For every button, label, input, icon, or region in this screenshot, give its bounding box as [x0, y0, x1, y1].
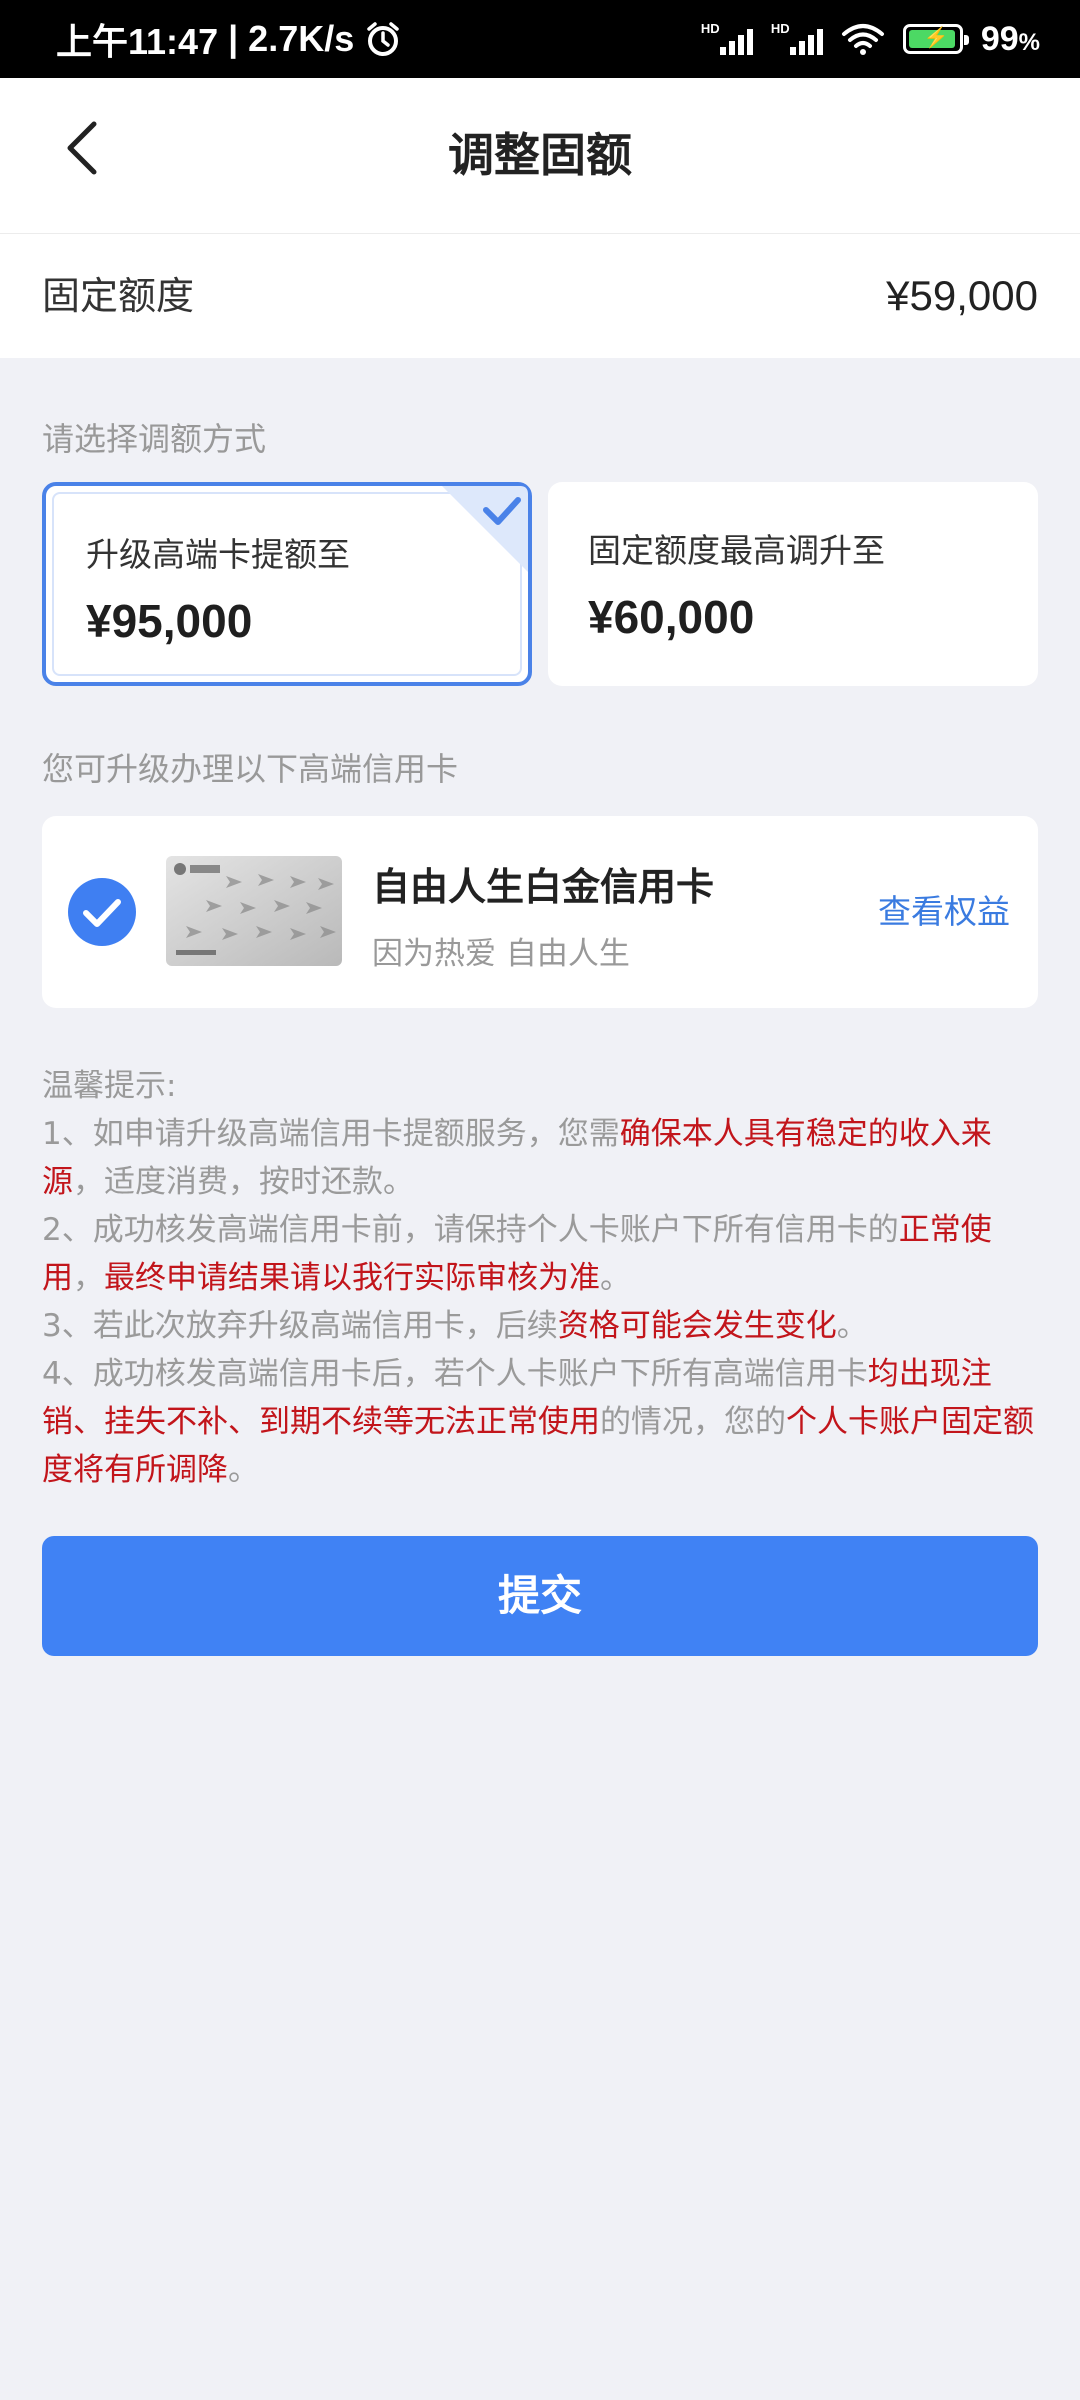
submit-button[interactable]: 提交: [42, 1536, 1038, 1656]
tip-text: 4、成功核发高端信用卡后，若个人卡账户下所有高端信用卡: [42, 1356, 868, 1392]
option-upgrade-card[interactable]: 升级高端卡提额至 ¥95,000: [42, 482, 532, 686]
nav-header: 调整固额: [0, 78, 1080, 234]
tip-emphasis: 最终申请结果请以我行实际审核为准: [104, 1260, 600, 1296]
signal-hd-label: HD: [770, 21, 790, 36]
tip-text: 。: [600, 1260, 631, 1296]
wifi-icon: [841, 24, 884, 55]
fixed-limit-label: 固定额度: [42, 274, 195, 318]
card-name: 自由人生白金信用卡: [372, 865, 715, 909]
chevron-left-icon: [67, 121, 97, 175]
tip-item: 2、成功核发高端信用卡前，请保持个人卡账户下所有信用卡的正常使用，最终申请结果请…: [42, 1206, 1038, 1302]
option-amount: ¥60,000: [588, 591, 755, 643]
tip-item: 4、成功核发高端信用卡后，若个人卡账户下所有高端信用卡均出现注销、挂失不补、到期…: [42, 1350, 1038, 1494]
tip-item: 1、如申请升级高端信用卡提额服务，您需确保本人具有稳定的收入来源，适度消费，按时…: [42, 1110, 1038, 1206]
option-amount: ¥95,000: [86, 595, 253, 647]
status-left: 上午11:47 | 2.7K/s: [56, 0, 402, 78]
tip-text: 1、如申请升级高端信用卡提额服务，您需: [42, 1116, 620, 1152]
tip-text: ，: [73, 1260, 104, 1296]
view-benefits-link[interactable]: 查看权益: [878, 816, 1010, 1008]
option-title: 升级高端卡提额至: [86, 535, 350, 574]
alarm-icon: [367, 22, 399, 56]
battery-charging-icon: ⚡: [902, 24, 969, 54]
card-image: [166, 856, 342, 966]
tip-text: 的情况，您的: [600, 1404, 786, 1440]
tips-title: 温馨提示:: [42, 1068, 177, 1104]
status-net-speed: 2.7K/s: [248, 18, 355, 59]
battery-level: 99%: [980, 19, 1040, 58]
fixed-limit-value: ¥59,000: [886, 272, 1038, 319]
credit-card-item[interactable]: 自由人生白金信用卡 因为热爱 自由人生 查看权益: [42, 816, 1038, 1008]
tip-item: 3、若此次放弃升级高端信用卡，后续资格可能会发生变化。: [42, 1302, 1038, 1350]
signal-icon: HD: [771, 21, 823, 57]
status-bar: 上午11:47 | 2.7K/s HD HD ⚡ 99%: [0, 0, 1080, 78]
tip-text: 3、若此次放弃升级高端信用卡，后续: [42, 1308, 558, 1344]
status-time: 上午11:47: [56, 21, 219, 62]
status-right: HD HD ⚡ 99%: [701, 0, 1040, 78]
tip-text: 。: [836, 1308, 868, 1344]
tip-text: 2、成功核发高端信用卡前，请保持个人卡账户下所有信用卡的: [42, 1212, 899, 1248]
option-fixed-raise-card[interactable]: 固定额度最高调升至 ¥60,000: [548, 482, 1038, 686]
signal-icon: HD: [701, 21, 753, 57]
fixed-limit-row: 固定额度 ¥59,000: [0, 234, 1080, 358]
tip-text: 。: [228, 1452, 259, 1488]
option-title: 固定额度最高调升至: [588, 531, 885, 570]
tip-emphasis: 资格可能会发生变化: [557, 1308, 837, 1344]
status-divider: |: [228, 18, 239, 59]
tip-text: ，适度消费，按时还款。: [73, 1164, 414, 1200]
back-button[interactable]: [62, 118, 132, 198]
card-section-label: 您可升级办理以下高端信用卡: [42, 750, 459, 788]
tips-section: 温馨提示: 1、如申请升级高端信用卡提额服务，您需确保本人具有稳定的收入来源，适…: [42, 1062, 1038, 1494]
check-circle-icon[interactable]: [68, 878, 136, 946]
card-slogan: 因为热爱 自由人生: [372, 936, 630, 972]
checkmark-icon: [442, 486, 528, 572]
method-section-label: 请选择调额方式: [42, 420, 267, 458]
signal-hd-label: HD: [700, 21, 720, 36]
page-title: 调整固额: [448, 128, 632, 182]
